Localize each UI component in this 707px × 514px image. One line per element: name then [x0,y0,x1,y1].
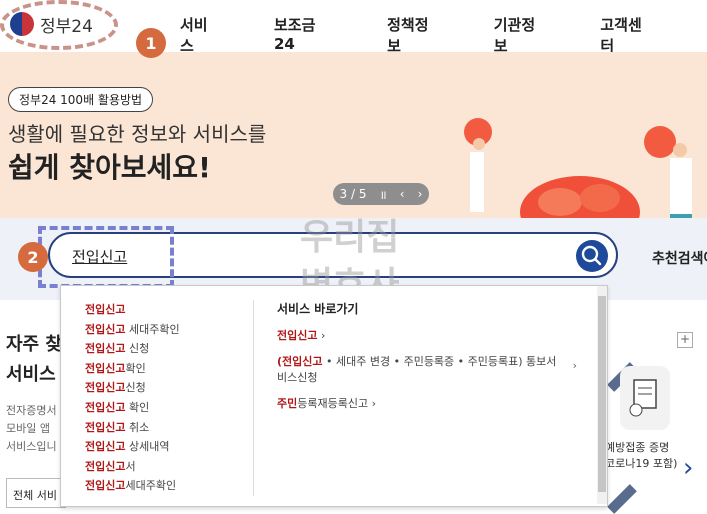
all-services-button[interactable]: 전체 서비 [6,478,66,508]
chevron-right-icon: › [572,359,577,372]
nav-item-agency-info[interactable]: 기관정보 [494,14,545,56]
banner-headline-2: 쉽게 찾아보세요! [8,151,211,184]
certificate-document-icon[interactable] [620,366,670,430]
autocomplete-item[interactable]: 전입신고신청 [85,378,180,398]
autocomplete-item[interactable]: 전입신고 상세내역 [85,437,180,457]
carousel-next-icon[interactable]: › [683,453,693,483]
search-icon [581,245,602,266]
prev-arrow-icon[interactable]: ‹ [400,187,405,201]
shortcut-item[interactable]: 전입신고 › [277,327,577,343]
dropdown-scrollbar[interactable] [597,286,607,504]
autocomplete-item[interactable]: 전입신고 확인 [85,398,180,418]
nav-item-policy-info[interactable]: 정책정보 [387,14,438,56]
search-button[interactable] [576,240,608,272]
ribbon-badge [607,484,637,514]
main-nav: 서비스 보조금24 정책정보 기관정보 고객센터 [180,14,707,56]
autocomplete-item[interactable]: 전입신고확인 [85,359,180,379]
shortcuts-title: 서비스 바로가기 [277,302,359,316]
hearts-illustration [464,118,692,220]
search-highlight-annotation [38,226,174,288]
banner-pager: 3 / 5 ॥ ‹ › [333,183,429,205]
next-arrow-icon[interactable]: › [418,187,423,201]
section-title-line-1: 자주 찾 [6,334,62,355]
pause-icon[interactable]: ॥ [380,186,387,203]
nav-item-customer-center[interactable]: 고객센터 [600,14,651,56]
autocomplete-item[interactable]: 전입신고 신청 [85,339,180,359]
shortcut-item[interactable]: (전입신고 • 세대주 변경 • 주민등록증 • 주민등록표) 통보서 비스신청… [277,353,577,385]
plus-icon[interactable]: + [677,332,693,348]
logo-highlight-annotation [0,0,118,50]
autocomplete-item[interactable]: 전입신고 취소 [85,418,180,438]
banner-headline-1: 생활에 필요한 정보와 서비스를 [8,122,267,146]
shortcut-item[interactable]: 주민등록재등록신고 › [277,395,577,411]
top-header: 정부24 서비스 보조금24 정책정보 기관정보 고객센터 [0,0,707,55]
dropdown-divider [253,300,254,496]
service-shortcuts: 서비스 바로가기 전입신고 › (전입신고 • 세대주 변경 • 주민등록증 •… [277,300,577,421]
section-title-line-2: 서비스 [6,364,56,385]
scrollbar-thumb[interactable] [598,296,606,492]
watermark-line-1: 우리집 [300,217,400,258]
autocomplete-dropdown: 전입신고 전입신고 세대주확인 전입신고 신청 전입신고확인 전입신고신청 전입… [60,285,608,507]
banner-page-indicator: 3 / 5 [339,187,367,201]
frequent-services-section: 자주 찾 서비스 전자증명서 모바일 앱 서비스입니 [6,330,62,456]
nav-item-services[interactable]: 서비스 [180,14,218,56]
step-1-badge: 1 [136,28,166,58]
autocomplete-list: 전입신고 전입신고 세대주확인 전입신고 신청 전입신고확인 전입신고신청 전입… [85,300,180,496]
autocomplete-item[interactable]: 전입신고 세대주확인 [85,320,180,340]
autocomplete-item[interactable]: 전입신고세대주확인 [85,476,180,496]
section-description: 전자증명서 모바일 앱 서비스입니 [6,404,57,453]
vaccination-certificate-label: 예방접종 증명 코로나19 포함) [605,441,678,470]
autocomplete-item[interactable]: 전입신고서 [85,457,180,477]
nav-item-subsidy24[interactable]: 보조금24 [274,14,331,56]
step-2-badge: 2 [18,242,48,272]
gov24-guide-pill[interactable]: 정부24 100배 활용방법 [8,87,154,112]
recommended-keywords-label: 추천검색어 [652,251,707,267]
autocomplete-item[interactable]: 전입신고 [85,300,180,320]
